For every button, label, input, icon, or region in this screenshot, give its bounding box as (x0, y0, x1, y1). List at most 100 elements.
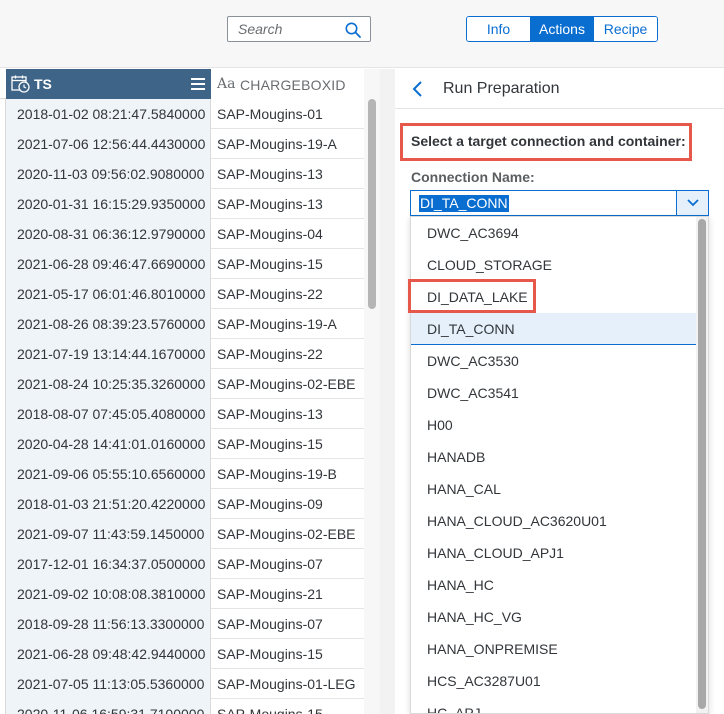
cell-ts[interactable]: 2021-06-28 09:46:47.6690000 (6, 249, 211, 279)
cell-ts[interactable]: 2021-08-24 10:25:35.3260000 (6, 369, 211, 399)
table-row[interactable]: 2020-08-31 06:36:12.9790000 SAP-Mougins-0… (0, 219, 364, 249)
table-row[interactable]: 2021-07-05 11:13:05.5360000 SAP-Mougins-0… (0, 669, 364, 699)
cell-chargeboxid[interactable]: SAP-Mougins-13 (211, 189, 364, 219)
dropdown-option[interactable]: HC_APJ (411, 697, 697, 713)
cell-chargeboxid[interactable]: SAP-Mougins-01-LEG (211, 669, 364, 699)
cell-ts[interactable]: 2020-11-06 16:59:31.7100000 (6, 699, 211, 714)
cell-chargeboxid[interactable]: SAP-Mougins-19-B (211, 459, 364, 489)
dropdown-option[interactable]: DI_TA_CONN (411, 313, 697, 345)
cell-ts[interactable]: 2021-08-26 08:39:23.5760000 (6, 309, 211, 339)
dropdown-scrollbar[interactable] (696, 217, 708, 713)
cell-ts[interactable]: 2021-09-06 05:55:10.6560000 (6, 459, 211, 489)
column-menu-icon[interactable] (190, 76, 206, 97)
cell-chargeboxid[interactable]: SAP-Mougins-19-A (211, 309, 364, 339)
panel-header: Run Preparation (395, 69, 724, 109)
dropdown-option[interactable]: HANA_CLOUD_APJ1 (411, 537, 697, 569)
table-row[interactable]: 2021-09-06 05:55:10.6560000 SAP-Mougins-1… (0, 459, 364, 489)
connection-name-label: Connection Name: (411, 169, 535, 185)
table-row[interactable]: 2020-01-31 16:15:29.9350000 SAP-Mougins-1… (0, 189, 364, 219)
cell-ts[interactable]: 2021-09-07 11:43:59.1450000 (6, 519, 211, 549)
table-row[interactable]: 2021-08-26 08:39:23.5760000 SAP-Mougins-1… (0, 309, 364, 339)
dropdown-option[interactable]: DWC_AC3541 (411, 377, 697, 409)
cell-chargeboxid[interactable]: SAP-Mougins-15 (211, 639, 364, 669)
cell-ts[interactable]: 2018-01-02 08:21:47.5840000 (6, 99, 211, 129)
dropdown-option[interactable]: CLOUD_STORAGE (411, 249, 697, 281)
cell-ts[interactable]: 2021-06-28 09:48:42.9440000 (6, 639, 211, 669)
dropdown-option[interactable]: HANA_HC_VG (411, 601, 697, 633)
cell-ts[interactable]: 2021-07-06 12:56:44.4430000 (6, 129, 211, 159)
search-box[interactable] (227, 16, 371, 42)
tab-recipe[interactable]: Recipe (593, 17, 657, 41)
table-row[interactable]: 2021-06-28 09:48:42.9440000 SAP-Mougins-1… (0, 639, 364, 669)
cell-chargeboxid[interactable]: SAP-Mougins-07 (211, 549, 364, 579)
table-row[interactable]: 2018-08-07 07:45:05.4080000 SAP-Mougins-1… (0, 399, 364, 429)
cell-ts[interactable]: 2018-01-03 21:51:20.4220000 (6, 489, 211, 519)
cell-ts[interactable]: 2020-11-03 09:56:02.9080000 (6, 159, 211, 189)
cell-chargeboxid[interactable]: SAP-Mougins-02-EBE (211, 369, 364, 399)
cell-chargeboxid[interactable]: SAP-Mougins-01 (211, 99, 364, 129)
dropdown-option[interactable]: HANADB (411, 441, 697, 473)
table-row[interactable]: 2021-07-06 12:56:44.4430000 SAP-Mougins-1… (0, 129, 364, 159)
cell-chargeboxid[interactable]: SAP-Mougins-15 (211, 249, 364, 279)
back-chevron-icon[interactable] (411, 80, 425, 103)
cell-ts[interactable]: 2018-08-07 07:45:05.4080000 (6, 399, 211, 429)
cell-ts[interactable]: 2021-09-02 10:08:08.3810000 (6, 579, 211, 609)
instruction-text: Select a target connection and container… (411, 133, 686, 149)
cell-ts[interactable]: 2021-07-05 11:13:05.5360000 (6, 669, 211, 699)
cell-chargeboxid[interactable]: SAP-Mougins-22 (211, 339, 364, 369)
table-row[interactable]: 2020-04-28 14:41:01.0160000 SAP-Mougins-1… (0, 429, 364, 459)
table-scrollbar-thumb[interactable] (368, 99, 376, 309)
dropdown-option[interactable]: HANA_ONPREMISE (411, 633, 697, 665)
cell-chargeboxid[interactable]: SAP-Mougins-09 (211, 489, 364, 519)
tab-actions[interactable]: Actions (530, 17, 593, 41)
dropdown-option[interactable]: HANA_CLOUD_AC3620U01 (411, 505, 697, 537)
cell-ts[interactable]: 2021-05-17 06:01:46.8010000 (6, 279, 211, 309)
connection-name-select[interactable]: DI_TA_CONN (410, 190, 709, 216)
table-row[interactable]: 2018-01-02 08:21:47.5840000 SAP-Mougins-0… (0, 99, 364, 129)
cell-ts[interactable]: 2018-09-28 11:56:13.3300000 (6, 609, 211, 639)
cell-chargeboxid[interactable]: SAP-Mougins-22 (211, 279, 364, 309)
table-row[interactable]: 2021-06-28 09:46:47.6690000 SAP-Mougins-1… (0, 249, 364, 279)
cell-ts[interactable]: 2017-12-01 16:34:37.0500000 (6, 549, 211, 579)
date-time-icon (11, 75, 31, 98)
table-row[interactable]: 2018-01-03 21:51:20.4220000 SAP-Mougins-0… (0, 489, 364, 519)
dropdown-option[interactable]: H00 (411, 409, 697, 441)
table-row[interactable]: 2021-07-19 13:14:44.1670000 SAP-Mougins-2… (0, 339, 364, 369)
table-row[interactable]: 2020-11-06 16:59:31.7100000 SAP-Mougins-1… (0, 699, 364, 714)
table-row[interactable]: 2018-09-28 11:56:13.3300000 SAP-Mougins-0… (0, 609, 364, 639)
data-grid: TS Aa CHARGEBOXID 2018-01-02 08:21:47.58… (0, 69, 364, 714)
cell-chargeboxid[interactable]: SAP-Mougins-21 (211, 579, 364, 609)
table-row[interactable]: 2021-08-24 10:25:35.3260000 SAP-Mougins-0… (0, 369, 364, 399)
toolbar: Info Actions Recipe (0, 0, 724, 68)
cell-chargeboxid[interactable]: SAP-Mougins-02-EBE (211, 519, 364, 549)
cell-ts[interactable]: 2020-08-31 06:36:12.9790000 (6, 219, 211, 249)
cell-chargeboxid[interactable]: SAP-Mougins-04 (211, 219, 364, 249)
table-row[interactable]: 2017-12-01 16:34:37.0500000 SAP-Mougins-0… (0, 549, 364, 579)
cell-chargeboxid[interactable]: SAP-Mougins-13 (211, 159, 364, 189)
cell-chargeboxid[interactable]: SAP-Mougins-13 (211, 399, 364, 429)
cell-ts[interactable]: 2020-01-31 16:15:29.9350000 (6, 189, 211, 219)
dropdown-option[interactable]: DWC_AC3530 (411, 345, 697, 377)
cell-chargeboxid[interactable]: SAP-Mougins-15 (211, 699, 364, 714)
table-row[interactable]: 2021-09-07 11:43:59.1450000 SAP-Mougins-0… (0, 519, 364, 549)
dropdown-option[interactable]: HCS_AC3287U01 (411, 665, 697, 697)
dropdown-option[interactable]: DWC_AC3694 (411, 217, 697, 249)
cell-chargeboxid[interactable]: SAP-Mougins-19-A (211, 129, 364, 159)
search-icon[interactable] (344, 21, 362, 39)
column-header-chargeboxid[interactable]: Aa CHARGEBOXID (211, 69, 364, 99)
table-row[interactable]: 2020-11-03 09:56:02.9080000 SAP-Mougins-1… (0, 159, 364, 189)
cell-chargeboxid[interactable]: SAP-Mougins-07 (211, 609, 364, 639)
dropdown-option[interactable]: HANA_HC (411, 569, 697, 601)
dropdown-arrow[interactable] (676, 191, 708, 215)
dropdown-option[interactable]: HANA_CAL (411, 473, 697, 505)
table-row[interactable]: 2021-05-17 06:01:46.8010000 SAP-Mougins-2… (0, 279, 364, 309)
cell-ts[interactable]: 2021-07-19 13:14:44.1670000 (6, 339, 211, 369)
pane-divider (380, 69, 396, 714)
table-row[interactable]: 2021-09-02 10:08:08.3810000 SAP-Mougins-2… (0, 579, 364, 609)
cell-chargeboxid[interactable]: SAP-Mougins-15 (211, 429, 364, 459)
cell-ts[interactable]: 2020-04-28 14:41:01.0160000 (6, 429, 211, 459)
search-input[interactable] (228, 17, 342, 41)
column-header-ts[interactable]: TS (6, 69, 211, 99)
dropdown-scrollbar-thumb[interactable] (698, 219, 706, 709)
tab-info[interactable]: Info (467, 17, 530, 41)
